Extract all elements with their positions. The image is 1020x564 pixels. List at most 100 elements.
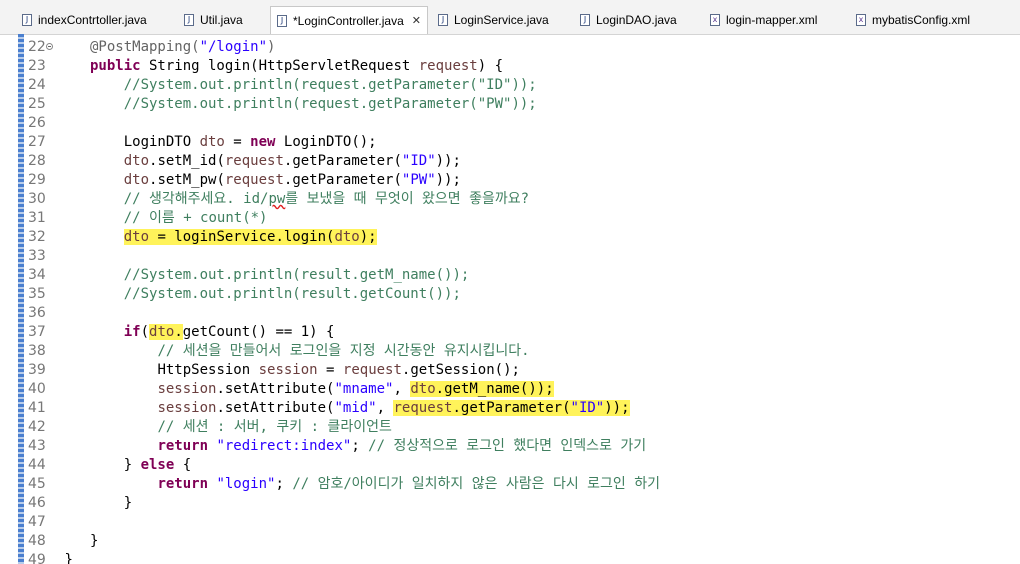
tab-index-controller[interactable]: JindexContrtoller.java <box>22 8 147 32</box>
code-token: .getM_name()); <box>435 381 554 397</box>
line-number: 34 <box>28 267 46 283</box>
line-number: 42 <box>28 419 46 435</box>
code-token: dto <box>123 172 150 188</box>
tab-label: *LoginController.java <box>293 13 404 28</box>
code-token: // 생각해주세요. id/ <box>123 191 269 207</box>
code-line[interactable]: 29 dto.setM_pw(request.getParameter("PW"… <box>0 171 1020 190</box>
code-token: // 암호/아이디가 일치하지 않은 사람은 다시 로그인 하기 <box>292 476 660 492</box>
code-line[interactable]: 38 // 세션을 만들어서 로그인을 지정 시간동안 유지시킵니다. <box>0 342 1020 361</box>
tab-login-dao[interactable]: J LoginDAO.java <box>580 8 677 32</box>
code-token: } <box>90 533 99 549</box>
code-token: String login(HttpServletRequest <box>140 58 419 74</box>
code-token: = <box>317 362 343 378</box>
close-icon[interactable]: ✕ <box>412 14 421 27</box>
code-text: } else { <box>90 456 191 475</box>
code-line[interactable]: 22 @PostMapping("/login") <box>0 38 1020 57</box>
code-text: session.setAttribute("mname", dto.getM_n… <box>90 380 554 399</box>
line-number: 36 <box>28 305 46 321</box>
code-area[interactable]: 22 @PostMapping("/login") 23 public String … <box>0 38 1020 564</box>
code-line[interactable]: 32 dto = loginService.login(dto); <box>0 228 1020 247</box>
code-text: @PostMapping("/login") <box>90 38 275 57</box>
tab-login-controller[interactable]: J *LoginController.java ✕ <box>270 6 428 34</box>
code-line[interactable]: 26 <box>0 114 1020 133</box>
line-number: 25 <box>28 96 46 112</box>
code-line[interactable]: 47 <box>0 513 1020 532</box>
code-token: ); <box>359 229 377 245</box>
code-token: request <box>418 58 478 74</box>
code-token: .getSession(); <box>401 362 520 378</box>
code-line[interactable]: 49 -} <box>0 551 1020 564</box>
code-line[interactable]: 44 } else { <box>0 456 1020 475</box>
code-text: //System.out.println(request.getParamete… <box>90 95 537 114</box>
code-line[interactable]: 30 // 생각해주세요. id/pw를 보냈을 때 무엇이 왔으면 좋을까요? <box>0 190 1020 209</box>
code-token: // 세션 : 서버, 쿠키 : 클라이언트 <box>157 419 392 435</box>
code-token: request <box>224 153 284 169</box>
tab-login-service[interactable]: J LoginService.java <box>438 8 549 32</box>
code-line[interactable]: 36 <box>0 304 1020 323</box>
code-line[interactable]: 40 session.setAttribute("mname", dto.get… <box>0 380 1020 399</box>
code-line[interactable]: 31 // 이름 + count(*) <box>0 209 1020 228</box>
code-token: )); <box>435 153 461 169</box>
code-line[interactable]: 25 //System.out.println(request.getParam… <box>0 95 1020 114</box>
code-line[interactable]: 24 //System.out.println(request.getParam… <box>0 76 1020 95</box>
code-line[interactable]: 39 HttpSession session = request.getSess… <box>0 361 1020 380</box>
code-line[interactable]: 35 //System.out.println(result.getCount(… <box>0 285 1020 304</box>
editor-tab-bar: JindexContrtoller.java J Util.java J *Logi… <box>0 0 1020 35</box>
code-token: getCount() == 1) { <box>182 324 335 340</box>
code-token: else <box>140 457 175 473</box>
code-token: , <box>376 400 394 416</box>
code-line[interactable]: 27 LoginDTO dto = new LoginDTO(); <box>0 133 1020 152</box>
code-line[interactable]: 41 session.setAttribute("mid", request.g… <box>0 399 1020 418</box>
code-token: "PW" <box>401 172 436 188</box>
tab-label: mybatisConfig.xml <box>872 13 971 27</box>
code-line[interactable]: 28 dto.setM_id(request.getParameter("ID"… <box>0 152 1020 171</box>
code-text: // 이름 + count(*) <box>90 209 268 228</box>
code-token: dto <box>334 229 360 245</box>
code-token: dto <box>123 229 150 245</box>
line-number: 24 <box>28 77 46 93</box>
code-line[interactable]: 46 } <box>0 494 1020 513</box>
code-token: ( <box>140 324 150 340</box>
fold-toggle-icon[interactable] <box>46 43 53 50</box>
code-token: "login" <box>216 476 276 492</box>
code-token: "ID" <box>570 400 605 416</box>
code-text: // 세션을 만들어서 로그인을 지정 시간동안 유지시킵니다. <box>90 342 530 361</box>
code-line[interactable]: 33 <box>0 247 1020 266</box>
code-line[interactable]: 43 return "redirect:index"; // 정상적으로 로그인… <box>0 437 1020 456</box>
code-token: session <box>258 362 318 378</box>
code-token: . <box>174 324 183 340</box>
code-line[interactable]: 45 return "login"; // 암호/아이디가 일치하지 않은 사람… <box>0 475 1020 494</box>
code-line[interactable]: 37 if(dto.getCount() == 1) { <box>0 323 1020 342</box>
code-line[interactable]: 23 public String login(HttpServletRequest… <box>0 57 1020 76</box>
java-file-icon: J <box>184 14 194 26</box>
code-token: dto <box>410 381 436 397</box>
line-number: 37 <box>28 324 46 340</box>
code-editor[interactable]: 22 @PostMapping("/login") 23 public String … <box>0 34 1020 564</box>
code-token: .getParameter( <box>283 153 402 169</box>
code-line[interactable]: 34 //System.out.println(result.getM_name… <box>0 266 1020 285</box>
code-token: // 세션을 만들어서 로그인을 지정 시간동안 유지시킵니다. <box>157 343 530 359</box>
code-line[interactable]: 42 // 세션 : 서버, 쿠키 : 클라이언트 <box>0 418 1020 437</box>
tab-login-mapper[interactable]: x login-mapper.xml <box>710 8 817 32</box>
code-token: LoginDTO <box>123 134 200 150</box>
tab-mybatis-config[interactable]: x mybatisConfig.xml <box>856 8 970 32</box>
code-token: // 정상적으로 로그인 했다면 인덱스로 가기 <box>368 438 647 454</box>
code-token: { <box>174 457 192 473</box>
line-number: 27 <box>28 134 46 150</box>
code-token: , <box>393 381 411 397</box>
line-number: 23 <box>28 58 46 74</box>
code-token: request <box>342 362 402 378</box>
tab-util[interactable]: J Util.java <box>184 8 243 32</box>
code-text: if(dto.getCount() == 1) { <box>90 323 334 342</box>
code-token: = <box>224 134 251 150</box>
code-line[interactable]: 48} <box>0 532 1020 551</box>
code-token: )); <box>604 400 630 416</box>
code-token: } <box>123 495 133 511</box>
line-number: 41 <box>28 400 46 416</box>
